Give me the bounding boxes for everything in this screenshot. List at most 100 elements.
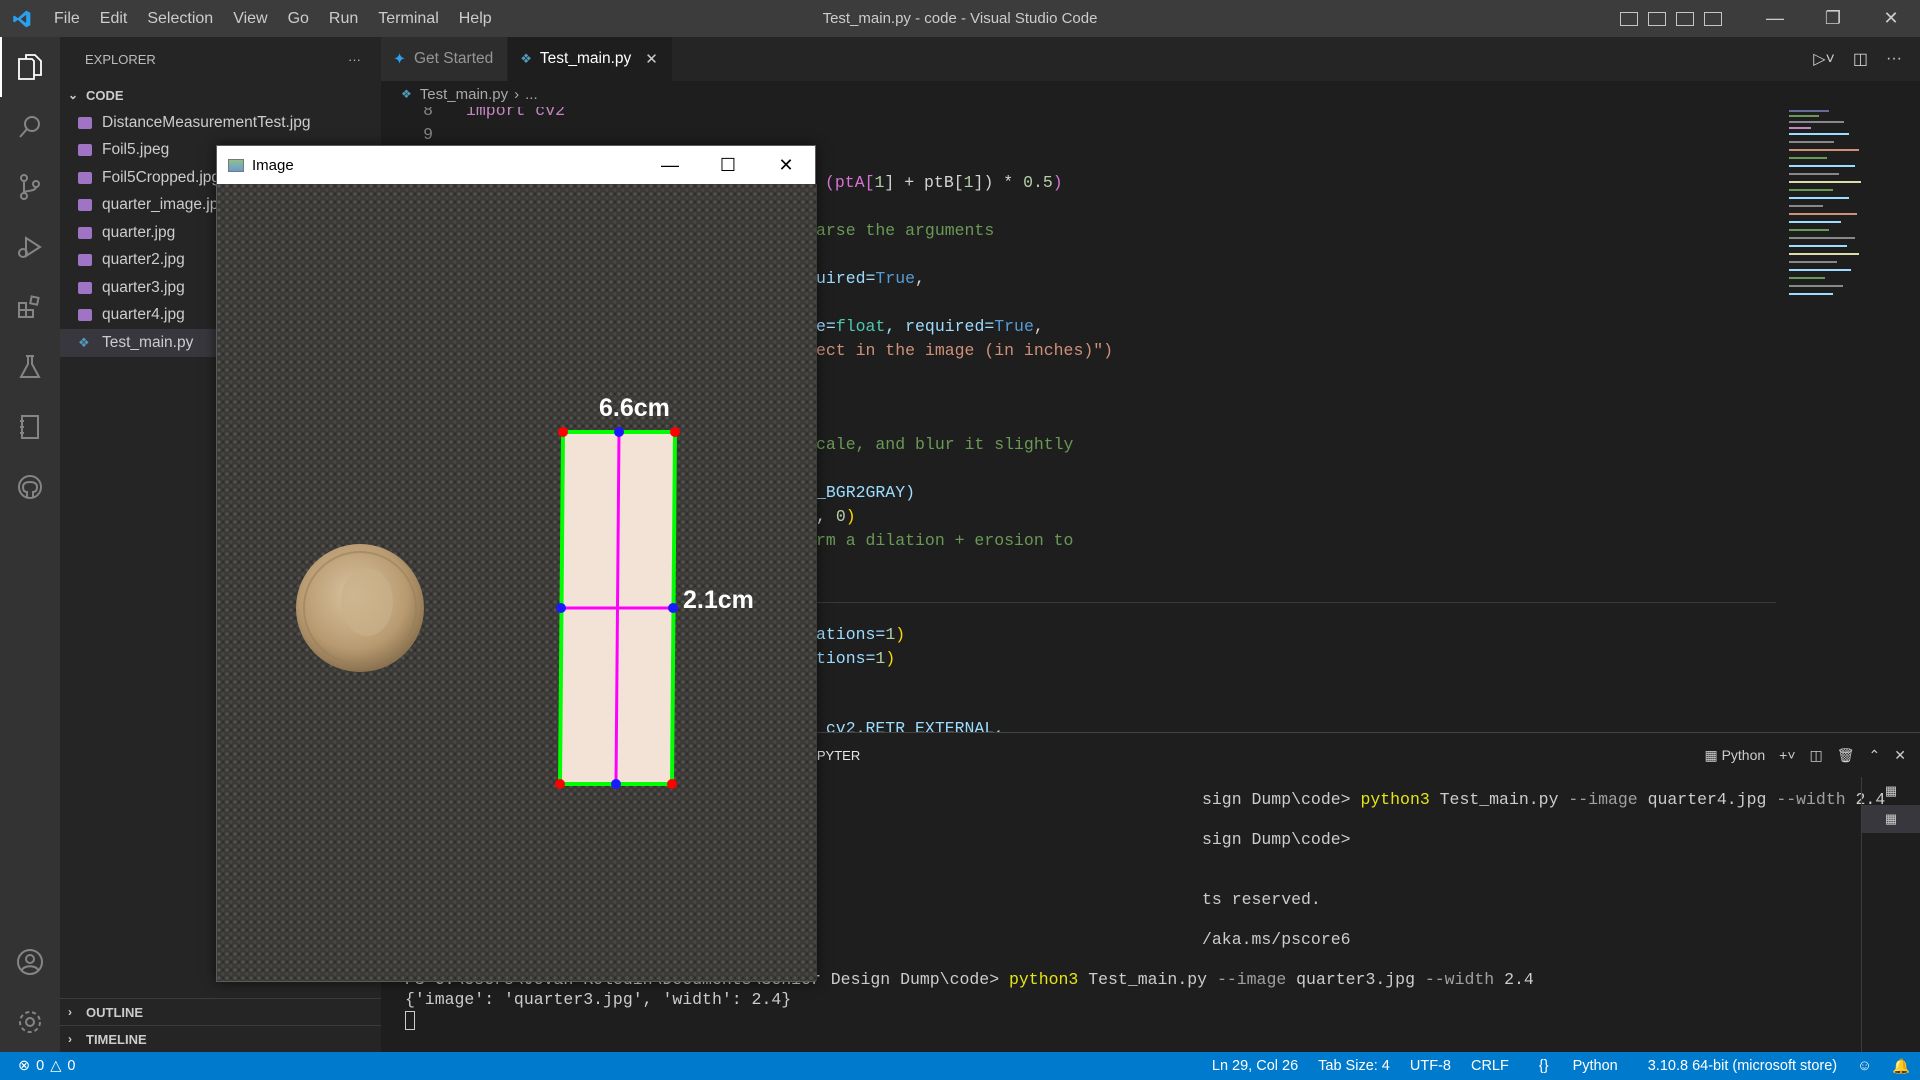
file-item[interactable]: DistanceMeasurementTest.jpg <box>60 109 381 137</box>
line-number: 8 <box>423 107 433 120</box>
breadcrumb-file[interactable]: Test_main.py <box>420 86 508 103</box>
breadcrumb-symbol[interactable]: ... <box>525 86 538 103</box>
maximize-panel-icon[interactable]: ⌃ <box>1869 747 1881 764</box>
code-line: ations=1) <box>816 625 906 644</box>
image-file-icon <box>78 199 92 212</box>
toggle-panel-icon[interactable] <box>1648 11 1666 26</box>
menu-file[interactable]: File <box>44 0 90 37</box>
close-button[interactable]: ✕ <box>1862 0 1920 37</box>
problems-indicator[interactable]: ⊗ 0 △ 0 <box>0 1058 75 1074</box>
editor-tabs: ✦ Get Started ❖ Test_main.py ✕ ▷˅ ◫ ··· <box>381 37 1920 81</box>
language-mode[interactable]: {} Python <box>1519 1058 1638 1074</box>
chevron-right-icon: › <box>514 85 520 103</box>
account-icon[interactable] <box>0 932 60 992</box>
width-measurement-label: 6.6cm <box>599 394 670 422</box>
tab-size[interactable]: Tab Size: 4 <box>1308 1058 1400 1074</box>
more-actions-icon[interactable]: ··· <box>1886 50 1902 68</box>
menu-edit[interactable]: Edit <box>90 0 138 37</box>
menu-selection[interactable]: Selection <box>137 0 223 37</box>
image-window-titlebar[interactable]: Image — ☐ ✕ <box>217 146 815 184</box>
close-panel-icon[interactable]: ✕ <box>1894 747 1906 764</box>
image-file-icon <box>78 116 92 129</box>
split-editor-icon[interactable]: ◫ <box>1853 49 1868 69</box>
customize-layout-icon[interactable] <box>1704 11 1722 26</box>
testing-icon[interactable] <box>0 337 60 397</box>
source-control-icon[interactable] <box>0 157 60 217</box>
midpoint <box>614 427 624 437</box>
midpoint <box>611 779 621 789</box>
close-tab-icon[interactable]: ✕ <box>645 50 658 68</box>
python-interpreter[interactable]: 3.10.8 64-bit (microsoft store) <box>1638 1058 1847 1074</box>
image-file-icon <box>78 144 92 157</box>
corner-point <box>558 427 568 437</box>
code-line: , 0) <box>816 507 856 526</box>
code-line: import cv2 <box>466 107 566 120</box>
terminal-instance-icon[interactable]: ▦ <box>1862 805 1920 833</box>
menu-run[interactable]: Run <box>319 0 368 37</box>
minimize-button[interactable]: — <box>1746 0 1804 37</box>
explorer-header: EXPLORER <box>85 51 156 67</box>
restore-button[interactable]: ❐ <box>1804 0 1862 37</box>
code-line: tions=1) <box>816 649 896 668</box>
manage-gear-icon[interactable] <box>0 992 60 1052</box>
menu-terminal[interactable]: Terminal <box>368 0 448 37</box>
split-terminal-icon[interactable]: ◫ <box>1810 747 1823 764</box>
measurement-photo: 6.6cm 2.1cm <box>217 184 817 981</box>
notifications-bell-icon[interactable]: 🔔 <box>1882 1058 1920 1075</box>
image-file-icon <box>78 309 92 322</box>
image-window[interactable]: Image — ☐ ✕ 6.6cm 2.1cm <box>216 145 817 982</box>
terminal-profile[interactable]: ▦ Python <box>1704 747 1765 764</box>
run-debug-icon[interactable] <box>0 217 60 277</box>
search-icon[interactable] <box>0 97 60 157</box>
image-file-icon <box>78 171 92 184</box>
encoding[interactable]: UTF-8 <box>1400 1058 1461 1074</box>
extensions-icon[interactable] <box>0 277 60 337</box>
code-line: cv2.RETR_EXTERNAL, <box>816 719 1005 732</box>
timeline-section[interactable]: › TIMELINE <box>60 1025 381 1052</box>
terminal-line: sign Dump\code> python3 Test_main.py --i… <box>1202 790 1886 809</box>
chevron-right-icon: › <box>68 1032 72 1046</box>
image-file-icon <box>78 281 92 294</box>
image-window-title: Image <box>252 156 294 174</box>
run-python-icon[interactable]: ▷˅ <box>1813 49 1835 69</box>
tab-test-main[interactable]: ❖ Test_main.py ✕ <box>508 37 673 81</box>
menu-view[interactable]: View <box>223 0 277 37</box>
python-file-icon: ❖ <box>520 51 532 66</box>
minimap[interactable] <box>1781 107 1920 732</box>
image-close-button[interactable]: ✕ <box>757 146 815 184</box>
toggle-sidebar-icon[interactable] <box>1620 11 1638 26</box>
editor-divider <box>816 602 1776 603</box>
error-icon: ⊗ <box>18 1058 31 1074</box>
terminal-instance-icon[interactable]: ▦ <box>1862 777 1920 805</box>
corner-point <box>670 427 680 437</box>
corner-point <box>555 779 565 789</box>
image-window-icon <box>228 158 244 172</box>
height-measurement-label: 2.1cm <box>683 586 754 614</box>
explorer-more-button[interactable]: ··· <box>348 52 361 67</box>
terminal-list: ▦ ▦ <box>1861 777 1920 1053</box>
feedback-icon[interactable]: ☺ <box>1847 1058 1882 1074</box>
cursor-position[interactable]: Ln 29, Col 26 <box>1202 1058 1308 1074</box>
terminal-line: /aka.ms/pscore6 <box>1202 930 1351 949</box>
new-terminal-button[interactable]: +˅ <box>1779 747 1795 763</box>
menu-help[interactable]: Help <box>449 0 502 37</box>
jupyter-icon[interactable] <box>0 397 60 457</box>
tab-get-started[interactable]: ✦ Get Started <box>381 37 509 81</box>
line-ending[interactable]: CRLF <box>1461 1058 1519 1074</box>
terminal-cursor <box>405 1011 415 1031</box>
explorer-icon[interactable] <box>0 37 60 97</box>
warning-icon: △ <box>50 1058 62 1074</box>
vscode-logo-icon: ✦ <box>393 50 406 68</box>
outline-section[interactable]: › OUTLINE <box>60 998 381 1025</box>
toggle-secondary-sidebar-icon[interactable] <box>1676 11 1694 26</box>
image-minimize-button[interactable]: — <box>641 146 699 184</box>
menu-go[interactable]: Go <box>278 0 319 37</box>
title-bar: File Edit Selection View Go Run Terminal… <box>0 0 1920 37</box>
folder-code[interactable]: ⌄ CODE <box>60 81 381 109</box>
github-icon[interactable] <box>0 457 60 517</box>
image-maximize-button[interactable]: ☐ <box>699 146 757 184</box>
trash-icon[interactable]: 🗑 <box>1837 747 1855 764</box>
midpoint <box>556 603 566 613</box>
breadcrumb: ❖ Test_main.py › ... <box>381 81 1781 107</box>
python-file-icon: ❖ <box>78 334 90 350</box>
